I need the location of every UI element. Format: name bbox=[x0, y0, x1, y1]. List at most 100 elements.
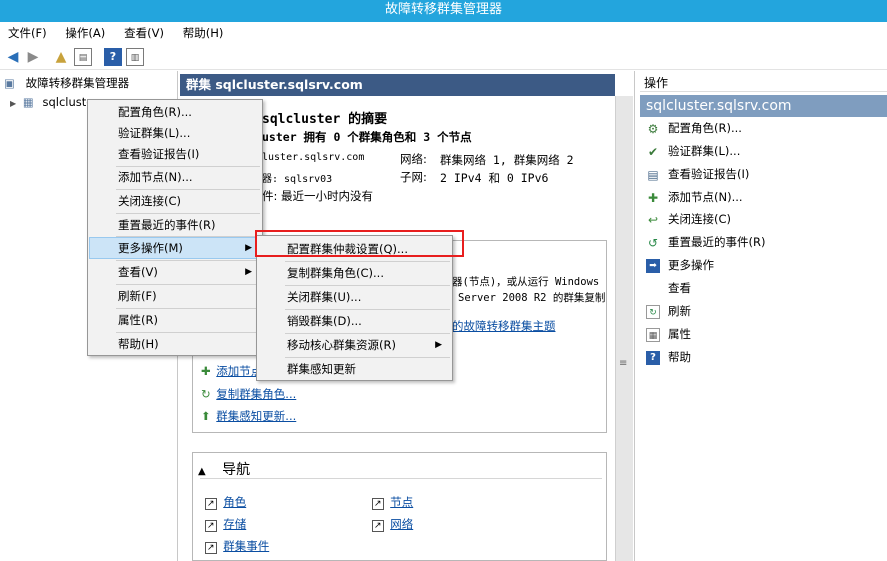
navigation-header[interactable]: ▲ 导航 bbox=[198, 459, 250, 479]
ctx-validate-cluster[interactable]: 验证群集(L)... bbox=[88, 122, 262, 144]
nav-nodes[interactable]: ↗ 节点 bbox=[372, 494, 413, 510]
cau-link-row[interactable]: ⬆ 群集感知更新... bbox=[201, 408, 296, 424]
add-node-icon: ✚ bbox=[201, 364, 211, 378]
submenu-arrow-icon: ▶ bbox=[245, 267, 252, 277]
refresh-icon: ↻ bbox=[646, 304, 660, 319]
highlight-box bbox=[255, 230, 464, 257]
nav-events[interactable]: ↗ 群集事件 bbox=[205, 538, 269, 554]
copy-roles-link[interactable]: 复制群集角色... bbox=[216, 387, 296, 401]
nav-networks-link[interactable]: 网络 bbox=[390, 517, 413, 531]
menu-view[interactable]: 查看(V) bbox=[124, 22, 164, 44]
nav-events-link[interactable]: 群集事件 bbox=[223, 539, 269, 553]
action-view[interactable]: 查看 bbox=[646, 279, 876, 297]
show-hide-tree-icon[interactable]: ▤ bbox=[74, 48, 92, 66]
action-label: 查看验证报告(I) bbox=[668, 167, 750, 181]
toolbar: ◀ ▶ ▲ ▤ ? ▥ bbox=[0, 44, 887, 70]
action-label: 帮助 bbox=[668, 350, 691, 364]
nav-storage-link[interactable]: 存储 bbox=[223, 517, 246, 531]
nav-storage[interactable]: ↗ 存储 bbox=[205, 516, 246, 532]
ctx-configure-role[interactable]: 配置角色(R)... bbox=[88, 101, 262, 123]
config-help-link[interactable]: 的故障转移群集主题 bbox=[452, 318, 556, 334]
copy-roles-link-row[interactable]: ↻ 复制群集角色... bbox=[201, 386, 296, 402]
folder-up-icon[interactable]: ▲ bbox=[52, 48, 70, 66]
navigation-title: 导航 bbox=[222, 462, 251, 478]
divider bbox=[200, 478, 602, 479]
configure-role-icon: ⚙ bbox=[647, 121, 659, 136]
subnet-label: 子网: bbox=[400, 170, 427, 184]
context-menu: 配置角色(R)... 验证群集(L)... 查看验证报告(I) 添加节点(N).… bbox=[87, 99, 263, 356]
cau-link[interactable]: 群集感知更新... bbox=[216, 409, 296, 423]
shortcut-icon: ↗ bbox=[205, 542, 217, 554]
action-label: 查看 bbox=[668, 281, 691, 295]
sub-move-core-resources[interactable]: 移动核心群集资源(R) ▶ bbox=[257, 334, 452, 356]
config-desc-line2: Server 2008 R2 的群集复制 bbox=[458, 292, 606, 304]
network-label: 网络: bbox=[400, 152, 427, 166]
action-add-node[interactable]: ✚ 添加节点(N)... bbox=[646, 188, 876, 206]
tree-item-sqlcluster[interactable]: ▶ ▦ sqlcluster bbox=[10, 95, 98, 109]
add-node-link-row[interactable]: ✚ 添加节点 bbox=[201, 363, 262, 379]
validate-icon: ✔ bbox=[647, 144, 659, 159]
collapse-icon[interactable]: ▲ bbox=[198, 466, 206, 477]
action-view-report[interactable]: ▤ 查看验证报告(I) bbox=[646, 165, 876, 183]
submenu-arrow-icon: ▶ bbox=[245, 243, 252, 253]
action-close-connection[interactable]: ↩ 关闭连接(C) bbox=[646, 210, 876, 228]
menu-help[interactable]: 帮助(H) bbox=[183, 22, 224, 44]
ctx-view-report[interactable]: 查看验证报告(I) bbox=[88, 143, 262, 165]
ctx-close-connection[interactable]: 关闭连接(C) bbox=[88, 190, 262, 212]
ctx-properties[interactable]: 属性(R) bbox=[88, 309, 262, 331]
action-label: 关闭连接(C) bbox=[668, 212, 732, 226]
ctx-help[interactable]: 帮助(H) bbox=[88, 333, 262, 355]
copy-roles-icon: ↻ bbox=[201, 387, 211, 401]
shortcut-icon: ↗ bbox=[372, 520, 384, 532]
action-reset-events[interactable]: ↺ 重置最近的事件(R) bbox=[646, 233, 876, 251]
nav-networks[interactable]: ↗ 网络 bbox=[372, 516, 413, 532]
help-icon[interactable]: ? bbox=[104, 48, 122, 66]
cau-icon: ⬆ bbox=[201, 409, 211, 423]
submenu-arrow-icon: ▶ bbox=[435, 340, 442, 350]
nav-roles[interactable]: ↗ 角色 bbox=[205, 494, 246, 510]
host-value: 器: sqlsrv03 bbox=[262, 174, 333, 185]
cluster-name-value: luster.sqlsrv.com bbox=[262, 152, 365, 163]
help-icon: ? bbox=[646, 350, 660, 365]
config-desc-line1: 器(节点)，或从运行 Windows bbox=[452, 276, 600, 288]
summary-title: sqlcluster 的摘要 bbox=[262, 112, 388, 127]
sub-copy-roles[interactable]: 复制群集角色(C)... bbox=[257, 262, 452, 284]
ctx-add-node[interactable]: 添加节点(N)... bbox=[88, 166, 262, 188]
tree-root[interactable]: ▣ 故障转移群集管理器 bbox=[4, 75, 129, 91]
ctx-more-actions[interactable]: 更多操作(M) ▶ bbox=[88, 237, 262, 259]
show-hide-action-pane-icon[interactable]: ▥ bbox=[126, 48, 144, 66]
ctx-refresh[interactable]: 刷新(F) bbox=[88, 285, 262, 307]
add-node-icon: ✚ bbox=[647, 190, 659, 205]
action-validate-cluster[interactable]: ✔ 验证群集(L)... bbox=[646, 142, 876, 160]
forward-arrow-icon[interactable]: ▶ bbox=[24, 48, 42, 66]
cluster-icon: ▦ bbox=[22, 95, 34, 109]
menu-action[interactable]: 操作(A) bbox=[65, 22, 105, 44]
back-arrow-icon[interactable]: ◀ bbox=[4, 48, 22, 66]
nav-nodes-link[interactable]: 节点 bbox=[390, 495, 413, 509]
action-more-actions[interactable]: ➡ 更多操作 bbox=[646, 256, 876, 274]
subnet-value: 2 IPv4 和 0 IPv6 bbox=[440, 171, 549, 185]
action-help[interactable]: ? 帮助 bbox=[646, 348, 876, 366]
center-header: 群集 sqlcluster.sqlsrv.com bbox=[180, 74, 615, 96]
grip-icon: ≡ bbox=[619, 358, 628, 369]
window-title: 故障转移群集管理器 bbox=[0, 0, 887, 22]
sub-cluster-aware-updating[interactable]: 群集感知更新 bbox=[257, 358, 452, 380]
menu-file[interactable]: 文件(F) bbox=[8, 22, 47, 44]
ctx-reset-events[interactable]: 重置最近的事件(R) bbox=[88, 214, 262, 236]
action-label: 更多操作 bbox=[668, 258, 714, 272]
shortcut-icon: ↗ bbox=[205, 520, 217, 532]
action-configure-role[interactable]: ⚙ 配置角色(R)... bbox=[646, 119, 876, 137]
expand-icon[interactable]: ▶ bbox=[10, 99, 16, 108]
cluster-manager-icon: ▣ bbox=[4, 76, 15, 90]
nav-roles-link[interactable]: 角色 bbox=[223, 495, 246, 509]
action-label: 重置最近的事件(R) bbox=[668, 235, 766, 249]
close-connection-icon: ↩ bbox=[647, 212, 659, 227]
sub-move-core-resources-label: 移动核心群集资源(R) bbox=[287, 338, 396, 352]
action-refresh[interactable]: ↻ 刷新 bbox=[646, 302, 876, 320]
action-properties[interactable]: ▦ 属性 bbox=[646, 325, 876, 343]
sub-shutdown-cluster[interactable]: 关闭群集(U)... bbox=[257, 286, 452, 308]
pane-splitter[interactable]: ≡ bbox=[615, 96, 633, 561]
actions-subtitle[interactable]: sqlcluster.sqlsrv.com bbox=[640, 95, 887, 117]
ctx-view[interactable]: 查看(V) ▶ bbox=[88, 261, 262, 283]
sub-destroy-cluster[interactable]: 销毁群集(D)... bbox=[257, 310, 452, 332]
